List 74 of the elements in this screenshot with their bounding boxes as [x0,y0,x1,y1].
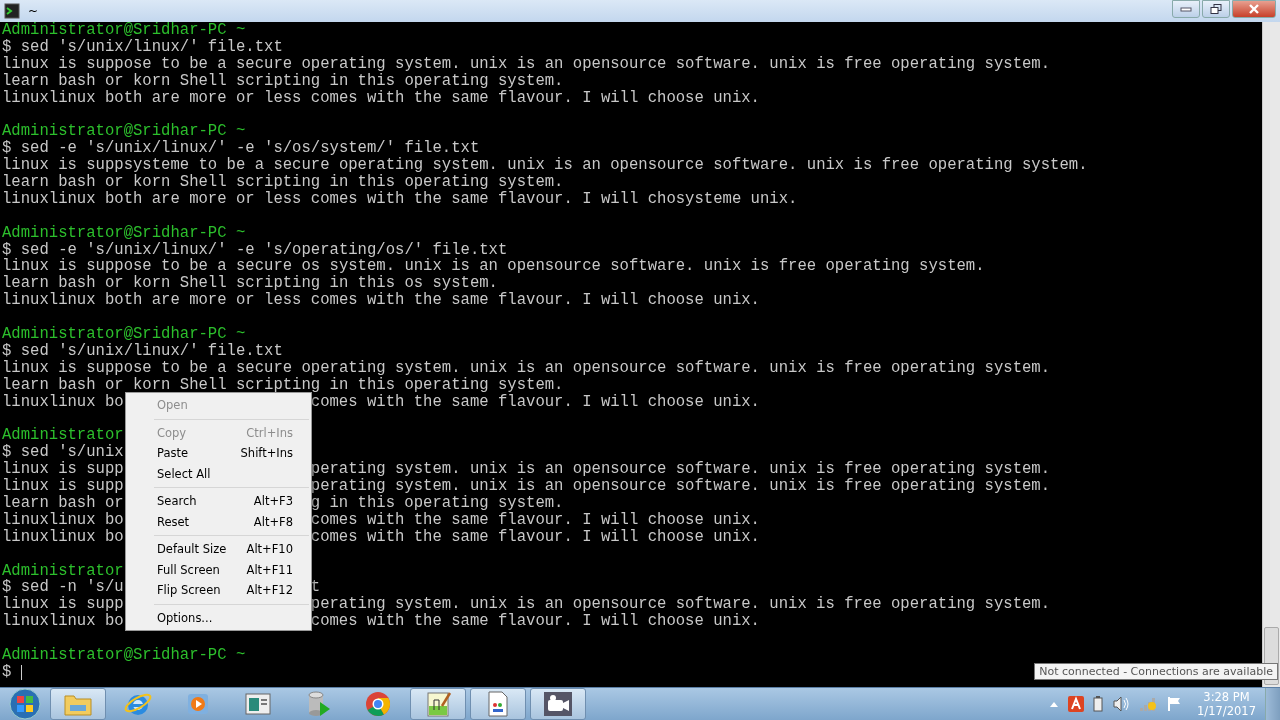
terminal-line: linuxlinux bo [2,612,124,631]
terminal-line: linux is suppsysteme to be a secure operating system. unix is an opensource software. unix is free operating system. [2,156,1088,175]
antivirus-icon[interactable] [1068,696,1085,712]
terminal-line: comes with the same flavour. I will choose unix. [310,393,760,411]
terminal-line: linux is supp [2,460,124,479]
camera-icon [543,691,573,717]
restore-button[interactable] [1202,0,1230,18]
tooltip: Not connected - Connections are available [1034,663,1278,680]
terminal-line: Administrator@Sridhar-PC ~ [2,223,246,242]
terminal-line: learn bash or korn Shell scripting in this operating system. [2,173,564,191]
terminal-line: $ sed -e 's/unix/linux/' -e 's/operating/os/' file.txt [2,240,508,259]
taskbar-button[interactable] [530,688,586,720]
battery-icon[interactable] [1093,696,1104,712]
terminal-line: $ [2,662,13,681]
terminal-line: $ sed 's/unix/linux/' file.txt [2,341,283,360]
terminal-line: Administrator@Sridhar-PC ~ [2,645,246,664]
terminal-line: linuxlinux bo [2,527,124,546]
menu-item[interactable]: Paste Shift+Ins [126,443,311,464]
terminal-line: linuxlinux both are more or less comes with the same flavour. I will chosysteme unix. [2,189,798,208]
menu-item[interactable]: Full Screen Alt+F11 [126,559,311,580]
terminal-line: $ sed -n 's/u [2,578,124,597]
terminal-line: linux is suppose to be a secure operating system. unix is an opensource software. unix is free operating system. [2,358,1051,377]
menu-item[interactable]: Reset Alt+F8 [126,511,311,532]
restore-icon [1210,4,1222,14]
menu-item[interactable]: Options... [126,607,311,628]
terminal-line: linux is suppose to be a secure os system. unix is an opensource software. unix is free operating system. [2,257,985,276]
terminal-line: $ sed 's/unix/linux/' file.txt [2,37,283,56]
terminal-line: comes with the same flavour. I will choose unix. [310,511,760,529]
terminal-line: linux is suppose to be a secure operating system. unix is an opensource software. unix is free operating system. [2,54,1051,73]
terminal-line: t [310,579,321,597]
terminal-line: Administrator [2,561,124,580]
chrome-icon [364,690,392,718]
arrow-up-icon[interactable] [1049,701,1060,707]
window-icon [244,692,272,716]
terminal-line: $ sed 's/unix [2,443,124,462]
menu-item[interactable]: Search Alt+F3 [126,491,311,512]
terminal-line: Administrator@Sridhar-PC ~ [2,122,246,141]
notepad-icon [424,690,452,718]
text-cursor [20,664,22,680]
terminal-line: comes with the same flavour. I will choose unix. [310,613,760,631]
terminal-line: linuxlinux bo [2,510,124,529]
taskbar-button[interactable] [410,688,466,720]
menu-item[interactable]: Flip Screen Alt+F12 [126,580,311,601]
terminal-line: learn bash or korn Shell scripting in this operating system. [2,375,564,394]
minimize-icon [1180,6,1192,12]
terminal-icon [4,3,20,19]
document-icon [486,690,510,718]
terminal-line: Administrator@Sridhar-PC ~ [2,325,246,344]
terminal-line: linuxlinux both are more or less comes with the same flavour. I will choose unix. [2,88,760,107]
terminal-line: g in this operating system. [310,494,564,512]
window-title: ~ [28,4,39,18]
terminal-line: learn bash or [2,493,124,512]
close-button[interactable] [1232,0,1276,18]
terminal-line: linuxlinux both are more or less comes with the same flavour. I will choose unix. [2,291,760,310]
start-button[interactable] [6,688,44,720]
close-icon [1248,4,1260,14]
terminal-line: learn bash or korn Shell scripting in this operating system. [2,71,564,90]
taskbar-button[interactable] [470,688,526,720]
terminal-line: perating system. unix is an opensource software. unix is free operating system. [310,478,1051,495]
terminal-line: Administrator@Sridhar-PC ~ [2,21,246,39]
menu-item[interactable]: Select All [126,463,311,484]
terminal-line: Administrator [2,426,124,445]
terminal-line: linux is supp [2,595,124,614]
terminal-line: linuxlinux bo [2,392,124,411]
flag-icon[interactable] [1166,696,1183,712]
play-icon [185,691,211,717]
terminal-line: perating system. unix is an opensource software. unix is free operating system. [310,461,1051,479]
terminal-line: learn bash or korn Shell scripting in this os system. [2,274,498,293]
terminal-line: linux is supp [2,477,124,496]
terminal-line: perating system. unix is an opensource software. unix is free operating system. [310,596,1051,614]
terminal-line: $ sed -e 's/unix/linux/' -e 's/os/system/' file.txt [2,139,480,158]
terminal-line: comes with the same flavour. I will choose unix. [310,528,760,546]
speaker-icon[interactable] [1112,696,1131,712]
menu-item[interactable]: Default Size Alt+F10 [126,539,311,560]
